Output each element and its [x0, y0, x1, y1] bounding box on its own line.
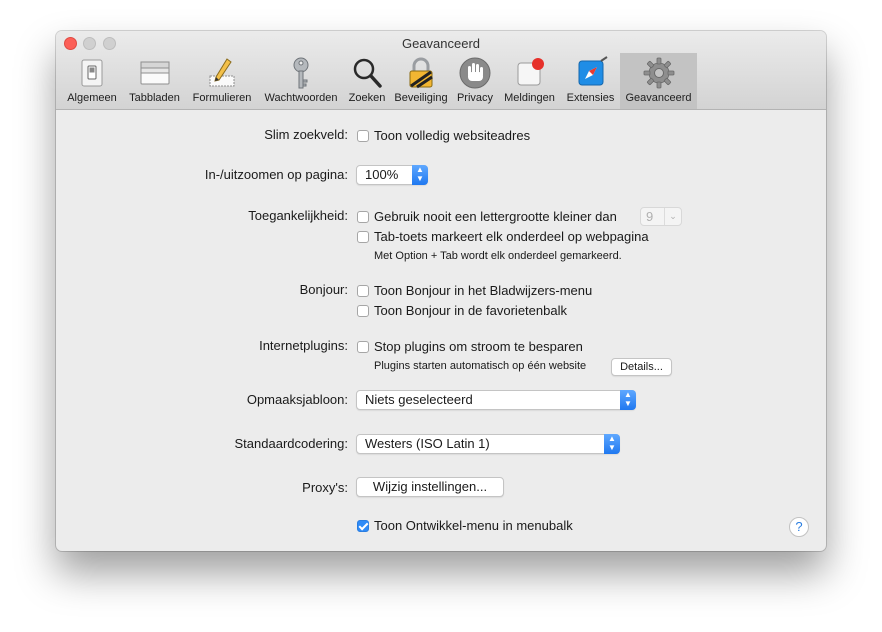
encoding-value: Westers (ISO Latin 1): [365, 436, 490, 451]
chevron-updown-icon: ▲ ▼: [620, 390, 636, 410]
min-font-text: Gebruik nooit een lettergrootte kleiner …: [374, 209, 617, 224]
tab-highlight-row: Tab-toets markeert elk onderdeel op webp…: [357, 229, 649, 244]
tab-meldingen-label: Meldingen: [504, 92, 555, 104]
bonjour-favorites-checkbox[interactable]: [357, 304, 369, 317]
general-switch-icon: [81, 59, 103, 87]
bonjour-favorites-text: Toon Bonjour in de favorietenbalk: [374, 303, 567, 318]
window-title: Geavanceerd: [401, 36, 481, 51]
tab-highlight-text: Tab-toets markeert elk onderdeel op webp…: [374, 229, 649, 244]
tab-beveiliging[interactable]: Beveiliging: [390, 53, 452, 109]
tab-tabbladen-label: Tabbladen: [129, 92, 180, 104]
tab-beveiliging-label: Beveiliging: [394, 92, 448, 104]
pencil-form-icon: [209, 58, 235, 87]
notification-badge-icon: [517, 58, 544, 86]
tab-highlight-checkbox[interactable]: [357, 230, 369, 243]
tab-geavanceerd[interactable]: Geavanceerd: [620, 53, 697, 109]
stop-plugins-checkbox[interactable]: [357, 340, 369, 353]
stop-plugins-row: Stop plugins om stroom te besparen: [357, 339, 583, 354]
change-proxy-settings-button[interactable]: Wijzig instellingen...: [356, 477, 504, 497]
padlock-icon: [409, 57, 433, 89]
encoding-label: Standaardcodering:: [234, 436, 348, 451]
title-bar: Geavanceerd Algemeen Tabbladen Formulier…: [56, 31, 826, 110]
smart-search-row: Toon volledig websiteadres: [357, 128, 530, 143]
tab-extensies[interactable]: Extensies: [561, 53, 620, 109]
chevron-down-icon: ⌄: [664, 208, 681, 225]
tab-formulieren-label: Formulieren: [192, 92, 252, 104]
tab-highlight-note: Met Option + Tab wordt elk onderdeel gem…: [374, 250, 622, 262]
preferences-toolbar: Algemeen Tabbladen Formulieren Wachtwoor…: [61, 53, 697, 109]
develop-menu-text: Toon Ontwikkel-menu in menubalk: [374, 518, 573, 533]
plugins-details-button[interactable]: Details...: [611, 358, 672, 376]
tab-algemeen-label: Algemeen: [67, 92, 117, 104]
tab-meldingen[interactable]: Meldingen: [498, 53, 561, 109]
stop-plugins-text: Stop plugins om stroom te besparen: [374, 339, 583, 354]
style-sheet-label: Opmaaksjabloon:: [246, 392, 348, 407]
bonjour-label: Bonjour:: [299, 282, 348, 297]
tab-privacy[interactable]: Privacy: [452, 53, 498, 109]
help-button[interactable]: ?: [789, 517, 809, 537]
tab-wachtwoorden-label: Wachtwoorden: [264, 92, 338, 104]
chevron-updown-icon: ▲ ▼: [412, 165, 428, 185]
min-font-row: Gebruik nooit een lettergrootte kleiner …: [357, 209, 617, 224]
tab-tabbladen[interactable]: Tabbladen: [123, 53, 186, 109]
zoom-label: In-/uitzoomen op pagina:: [204, 167, 348, 182]
tab-algemeen[interactable]: Algemeen: [61, 53, 123, 109]
full-address-text: Toon volledig websiteadres: [374, 128, 531, 143]
compass-extension-icon: [578, 56, 608, 86]
tab-formulieren[interactable]: Formulieren: [186, 53, 258, 109]
smart-search-label: Slim zoekveld:: [264, 127, 348, 142]
accessibility-label: Toegankelijkheid:: [248, 208, 348, 223]
zoom-popup[interactable]: 100% ▲ ▼: [356, 165, 428, 185]
min-font-size-value: 9: [646, 209, 654, 224]
develop-menu-row: Toon Ontwikkel-menu in menubalk: [357, 518, 573, 533]
style-sheet-value: Niets geselecteerd: [365, 392, 473, 407]
bonjour-favorites-row: Toon Bonjour in de favorietenbalk: [357, 303, 567, 318]
min-font-checkbox[interactable]: [357, 210, 369, 223]
min-font-size-popup: 9 ⌄: [640, 207, 682, 226]
plugins-label: Internetplugins:: [259, 338, 348, 353]
preferences-window: Geavanceerd Algemeen Tabbladen Formulier…: [56, 31, 826, 551]
encoding-popup[interactable]: Westers (ISO Latin 1) ▲ ▼: [356, 434, 620, 454]
bonjour-bookmarks-row: Toon Bonjour in het Bladwijzers-menu: [357, 283, 592, 298]
tab-privacy-label: Privacy: [456, 92, 494, 104]
tab-zoeken[interactable]: Zoeken: [344, 53, 390, 109]
tab-geavanceerd-label: Geavanceerd: [625, 92, 692, 104]
full-address-checkbox[interactable]: [357, 129, 369, 142]
bonjour-bookmarks-text: Toon Bonjour in het Bladwijzers-menu: [374, 283, 593, 298]
zoom-value: 100%: [365, 167, 399, 182]
tab-zoeken-label: Zoeken: [348, 92, 386, 104]
proxies-label: Proxy's:: [302, 480, 348, 495]
bonjour-bookmarks-checkbox[interactable]: [357, 284, 369, 297]
magnifier-icon: [353, 58, 382, 88]
tab-extensies-label: Extensies: [566, 92, 615, 104]
tab-wachtwoorden[interactable]: Wachtwoorden: [258, 53, 344, 109]
style-sheet-popup[interactable]: Niets geselecteerd ▲ ▼: [356, 390, 636, 410]
advanced-settings-pane: Slim zoekveld: Toon volledig websiteadre…: [56, 110, 826, 551]
tabs-icon: [140, 61, 169, 85]
develop-menu-checkbox[interactable]: [357, 519, 369, 532]
key-icon: [293, 57, 309, 89]
gear-icon: [643, 57, 674, 89]
hand-icon: [459, 57, 491, 89]
plugins-note: Plugins starten automatisch op één websi…: [374, 360, 587, 372]
chevron-updown-icon: ▲ ▼: [604, 434, 620, 454]
